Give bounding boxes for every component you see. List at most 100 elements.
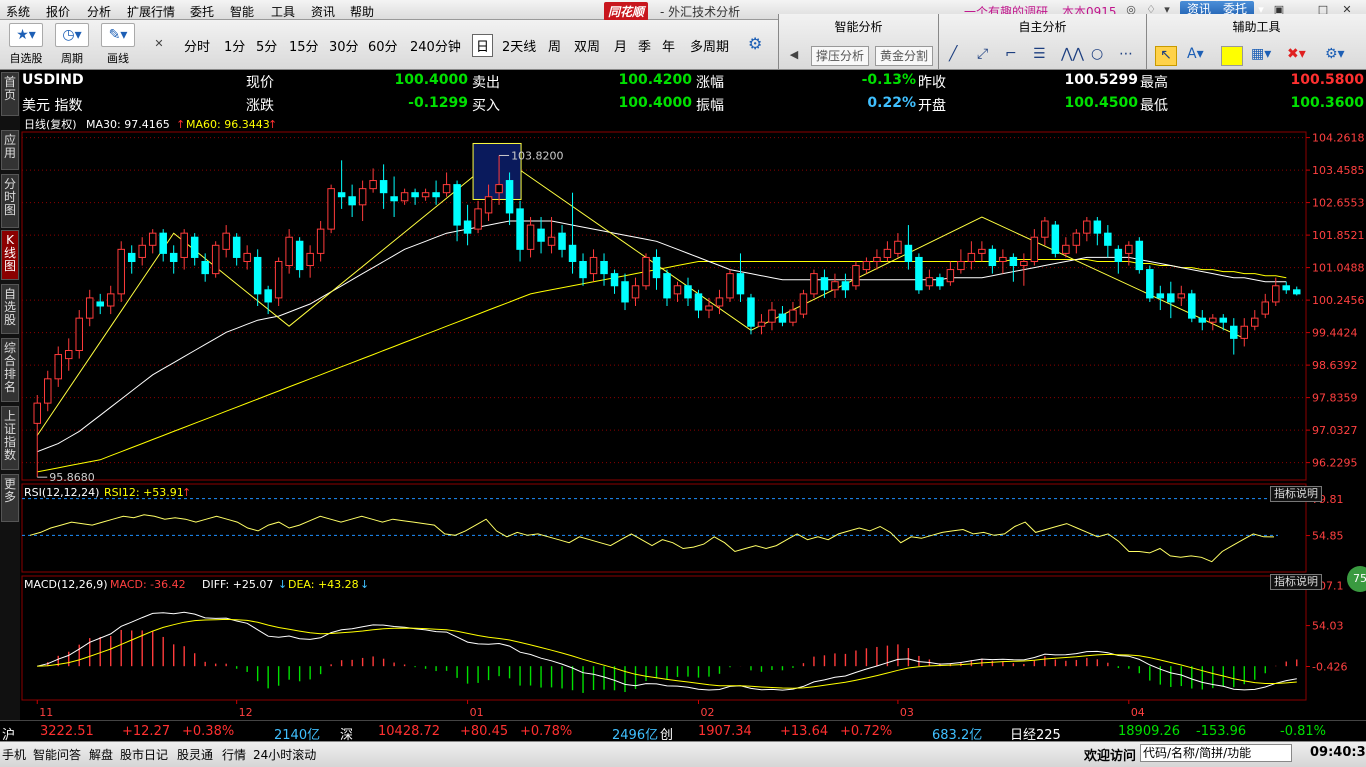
stock-code-search-input[interactable]: 代码/名称/简拼/功能 <box>1140 744 1292 762</box>
period-tab[interactable]: 双周 <box>574 36 600 55</box>
candle-body <box>33 402 42 424</box>
wave-tool-icon[interactable]: ⋀⋀ <box>1061 46 1084 62</box>
text-tool-icon[interactable]: A▾ <box>1187 46 1204 62</box>
menu-analysis[interactable]: 分析 <box>87 3 111 20</box>
ma60-legend: MA60: 96.3443 <box>186 118 270 131</box>
settings-gear-icon[interactable]: ⚙ <box>748 34 762 53</box>
candle-body <box>306 252 314 267</box>
candle-body <box>274 260 283 299</box>
period-tab[interactable]: 多周期 <box>690 36 729 55</box>
period-tab[interactable]: 分时 <box>184 36 210 55</box>
menu-smart[interactable]: 智能 <box>230 3 254 20</box>
ray-tool-icon[interactable]: ⤢ <box>977 46 988 62</box>
rsi-indicator-help-button[interactable]: 指标说明 <box>1270 486 1322 502</box>
menu-tools[interactable]: 工具 <box>271 3 295 20</box>
candle-body <box>1209 317 1217 323</box>
quote-value: 0.22% <box>867 95 916 111</box>
candle-body <box>831 281 839 291</box>
menu-extended-quote[interactable]: 扩展行情 <box>127 3 175 20</box>
bottom-link-market[interactable]: 行情 <box>222 746 246 763</box>
period-tab[interactable]: 年 <box>662 36 675 55</box>
aux-tools-title: 辅助工具 <box>1232 20 1281 34</box>
toolbar: ★▾ 自选股 ◷▾ 周期 ✎▾ 画线 ✕ 分时 1分 5分 15分 30分 60… <box>0 20 778 70</box>
bottom-link-stock-spirit[interactable]: 股灵通 <box>177 746 213 763</box>
candle-body <box>526 224 535 250</box>
period-tab[interactable]: 15分 <box>289 36 319 55</box>
period-tab[interactable]: 1分 <box>224 36 245 55</box>
menu-entrust[interactable]: 委托 <box>190 3 214 20</box>
ma30-arrow-icon: ↑ <box>176 118 185 131</box>
period-tab[interactable]: 季 <box>638 36 651 55</box>
cycle-tool[interactable]: ◷▾ 周期 <box>52 23 92 67</box>
cycle-tool-label: 周期 <box>61 52 83 65</box>
aux-settings-icon[interactable]: ⚙▾ <box>1325 46 1345 62</box>
stamp-icon[interactable]: ▦▾ <box>1251 46 1271 62</box>
period-tab-active[interactable]: 日 <box>472 34 494 57</box>
watchlist-tool[interactable]: ★▾ 自选股 <box>6 23 46 67</box>
fib-tool-icon[interactable]: ☰ <box>1033 46 1046 62</box>
bracket-tool-icon[interactable]: ⌐ <box>1005 46 1017 62</box>
period-tab[interactable]: 5分 <box>256 36 277 55</box>
sidebar-item-home[interactable]: 首页 <box>1 72 19 116</box>
macd-indicator-help-button[interactable]: 指标说明 <box>1270 574 1322 590</box>
more-tools-icon[interactable]: ⋯ <box>1119 46 1133 62</box>
circle-tool-icon[interactable]: ○ <box>1091 46 1103 62</box>
sidebar-item-shanghai-index[interactable]: 上证指数 <box>1 406 19 470</box>
candle-body <box>474 208 482 230</box>
candle-body <box>348 196 356 206</box>
main-y-tick-label: 96.2295 <box>1312 457 1358 470</box>
kline-chart[interactable]: 104.2618 103.4585 102.6553 101.8521 101.0488… <box>20 118 1366 720</box>
panel-collapse-icon[interactable]: ◀ <box>787 48 801 61</box>
candle-body <box>85 297 94 319</box>
support-resistance-button[interactable]: 撑压分析 <box>811 46 870 66</box>
menu-help[interactable]: 帮助 <box>350 3 374 20</box>
draw-tool[interactable]: ✎▾ 画线 <box>98 23 138 67</box>
period-tab[interactable]: 60分 <box>368 36 398 55</box>
symbol-name: 美元 指数 <box>22 98 83 114</box>
period-tab[interactable]: 30分 <box>329 36 359 55</box>
golden-ratio-button[interactable]: 黄金分割 <box>875 46 934 66</box>
sidebar-item-apps[interactable]: 应用 <box>1 130 19 170</box>
kline-chart-area[interactable]: 104.2618 103.4585 102.6553 101.8521 101.0488… <box>20 118 1366 720</box>
macd-y-tick-label: -0.426 <box>1312 661 1347 674</box>
sidebar-item-kline[interactable]: K线图 <box>1 230 19 280</box>
bottom-link-analysis[interactable]: 解盘 <box>89 746 113 763</box>
menu-quote[interactable]: 报价 <box>46 3 70 20</box>
watchlist-tool-label: 自选股 <box>9 52 43 65</box>
candle-body <box>1104 232 1112 246</box>
menu-system[interactable]: 系统 <box>6 3 30 20</box>
sidebar-item-timeshare[interactable]: 分时图 <box>1 174 19 228</box>
ma30-line <box>37 220 1287 453</box>
candle-body <box>43 378 52 404</box>
candle-body <box>726 273 734 299</box>
self-analysis-panel: 自主分析 ╱ ⤢ ⌐ ☰ ⋀⋀ ○ ⋯ <box>938 14 1146 70</box>
x-axis-label: 04 <box>1131 706 1145 719</box>
menu-news[interactable]: 资讯 <box>311 3 335 20</box>
diff-arrow-icon: ↓ <box>278 578 287 591</box>
period-tab[interactable]: 2天线 <box>502 36 536 55</box>
color-picker-icon[interactable] <box>1221 46 1243 66</box>
period-tab[interactable]: 周 <box>548 36 561 55</box>
candle-body <box>915 256 923 291</box>
floating-badge[interactable]: 75 <box>1347 566 1366 592</box>
candle-body <box>1072 232 1081 246</box>
candle-body <box>1083 220 1091 234</box>
delete-drawing-icon[interactable]: ✖▾ <box>1287 46 1306 62</box>
bottom-link-smart-qa[interactable]: 智能问答 <box>33 746 81 763</box>
sidebar-item-ranking[interactable]: 综合排名 <box>1 338 19 402</box>
candle-body <box>1167 293 1175 303</box>
line-tool-icon[interactable]: ╱ <box>949 46 957 62</box>
bottom-link-diary[interactable]: 股市日记 <box>120 746 168 763</box>
sidebar-item-more[interactable]: 更多 <box>1 474 19 522</box>
main-y-tick-label: 97.8359 <box>1312 392 1358 405</box>
period-tab[interactable]: 月 <box>614 36 627 55</box>
expand-toolbar-icon[interactable]: ✕ <box>152 37 166 50</box>
app-logo: 同花顺 <box>604 2 649 21</box>
period-tab[interactable]: 240分钟 <box>410 36 461 55</box>
candle-body <box>421 192 430 198</box>
candle-body <box>904 244 913 262</box>
cursor-icon[interactable]: ↖ <box>1155 46 1177 66</box>
sidebar-item-watchlist[interactable]: 自选股 <box>1 284 19 334</box>
bottom-link-mobile[interactable]: 手机 <box>2 746 26 763</box>
bottom-link-rolling-news[interactable]: 24小时滚动 <box>253 746 316 763</box>
